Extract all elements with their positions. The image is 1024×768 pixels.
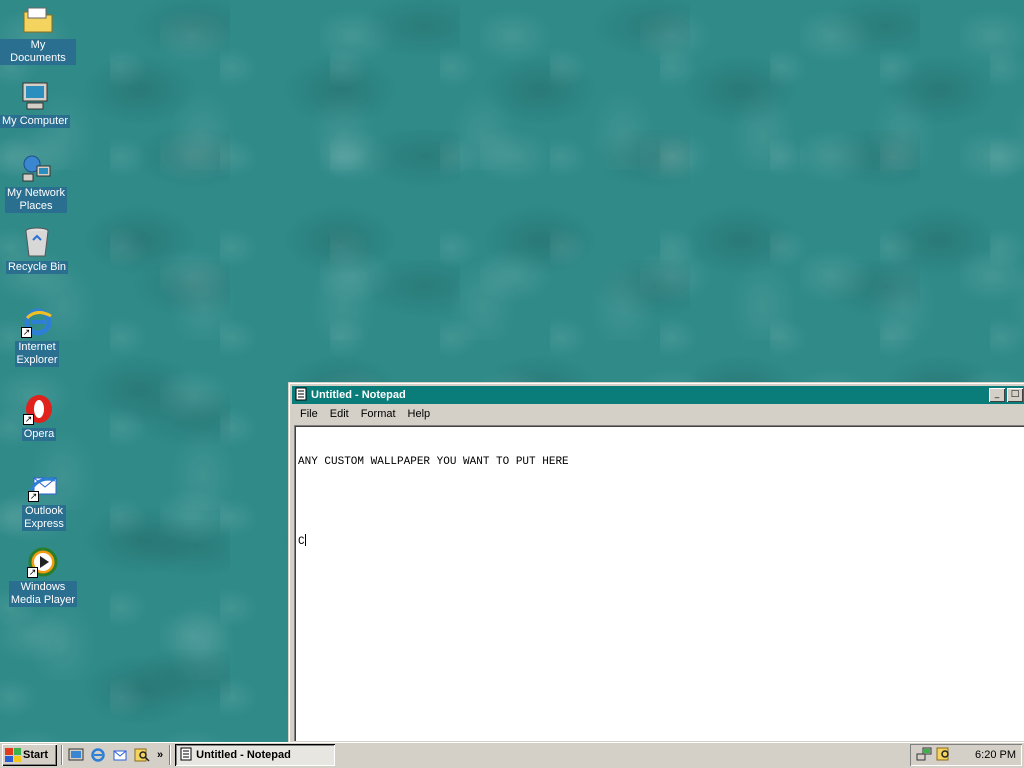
shortcut-arrow-icon: ↗	[23, 414, 34, 425]
show-desktop-icon[interactable]	[67, 746, 85, 764]
opera-icon: ↗	[23, 393, 55, 425]
desktop-icon-label: Opera	[21, 428, 57, 441]
quick-launch: »	[67, 746, 165, 764]
desktop-icon-label: Outlook Express	[22, 505, 66, 531]
taskbar-clock[interactable]: 6:20 PM	[975, 749, 1016, 761]
desktop-icon-label: Internet Explorer	[14, 341, 60, 367]
desktop-icon-internet-explorer[interactable]: ↗ Internet Explorer	[0, 306, 75, 367]
menu-edit[interactable]: Edit	[324, 408, 355, 420]
desktop-icon-opera[interactable]: ↗ Opera	[1, 393, 77, 441]
desktop-icon-recycle-bin[interactable]: Recycle Bin	[0, 226, 75, 274]
shortcut-arrow-icon: ↗	[28, 491, 39, 502]
notepad-titlebar[interactable]: Untitled - Notepad _ □	[292, 386, 1024, 404]
desktop-icon-outlook-express[interactable]: ↗ Outlook Express	[6, 470, 82, 531]
start-button[interactable]: Start	[2, 744, 57, 766]
text-line	[298, 495, 1024, 508]
system-tray: 6:20 PM	[910, 744, 1022, 766]
computer-icon	[19, 80, 51, 112]
text-line: C	[298, 534, 306, 548]
menu-bar: File Edit Format Help	[292, 404, 1024, 423]
window-title: Untitled - Notepad	[311, 389, 406, 401]
desktop-icon-label: Recycle Bin	[5, 261, 69, 274]
taskbar-separator	[169, 745, 172, 765]
notepad-icon	[179, 747, 193, 764]
taskbar-separator	[61, 745, 63, 765]
text-caret	[304, 534, 306, 546]
network-tray-icon[interactable]	[916, 746, 932, 765]
internet-explorer-icon[interactable]	[89, 746, 107, 764]
network-icon	[20, 152, 52, 184]
shortcut-arrow-icon: ↗	[21, 327, 32, 338]
minimize-button[interactable]: _	[989, 388, 1005, 402]
desktop-icon-label: Windows Media Player	[8, 581, 78, 607]
recycle-bin-icon	[21, 226, 53, 258]
menu-file[interactable]: File	[294, 408, 324, 420]
folder-icon	[22, 4, 54, 36]
desktop-icon-windows-media-player[interactable]: ↗ Windows Media Player	[5, 546, 81, 607]
desktop-icon-my-computer[interactable]: My Computer	[0, 80, 73, 128]
desktop-icon-label: My Documents	[0, 39, 76, 65]
desktop-icon-label: My Computer	[0, 115, 71, 128]
taskbar-button-notepad[interactable]: Untitled - Notepad	[175, 744, 336, 766]
internet-explorer-icon: ↗	[21, 306, 53, 338]
desktop-icon-label: My Network Places	[4, 187, 68, 213]
maximize-button[interactable]: □	[1007, 388, 1023, 402]
taskbar: Start » Untitled - Notepad 6:20 PM	[0, 742, 1024, 768]
start-label: Start	[23, 749, 49, 761]
search-icon[interactable]	[133, 746, 151, 764]
desktop-icon-my-documents[interactable]: My Documents	[0, 4, 76, 65]
menu-format[interactable]: Format	[355, 408, 402, 420]
desktop-icon-my-network-places[interactable]: My Network Places	[0, 152, 74, 213]
taskbar-button-label: Untitled - Notepad	[196, 749, 291, 761]
text-editor-area[interactable]: ANY CUSTOM WALLPAPER YOU WANT TO PUT HER…	[294, 425, 1024, 741]
outlook-express-icon: ↗	[28, 470, 60, 502]
search-tray-icon[interactable]	[936, 746, 952, 765]
shortcut-arrow-icon: ↗	[27, 567, 38, 578]
quick-launch-more-button[interactable]: »	[155, 749, 165, 761]
text-line: ANY CUSTOM WALLPAPER YOU WANT TO PUT HER…	[298, 456, 569, 468]
media-player-icon: ↗	[27, 546, 59, 578]
notepad-window[interactable]: Untitled - Notepad _ □ File Edit Format …	[288, 382, 1024, 744]
notepad-app-icon[interactable]	[294, 387, 308, 404]
menu-help[interactable]: Help	[402, 408, 437, 420]
windows-logo-icon	[5, 748, 21, 762]
outlook-express-icon[interactable]	[111, 746, 129, 764]
